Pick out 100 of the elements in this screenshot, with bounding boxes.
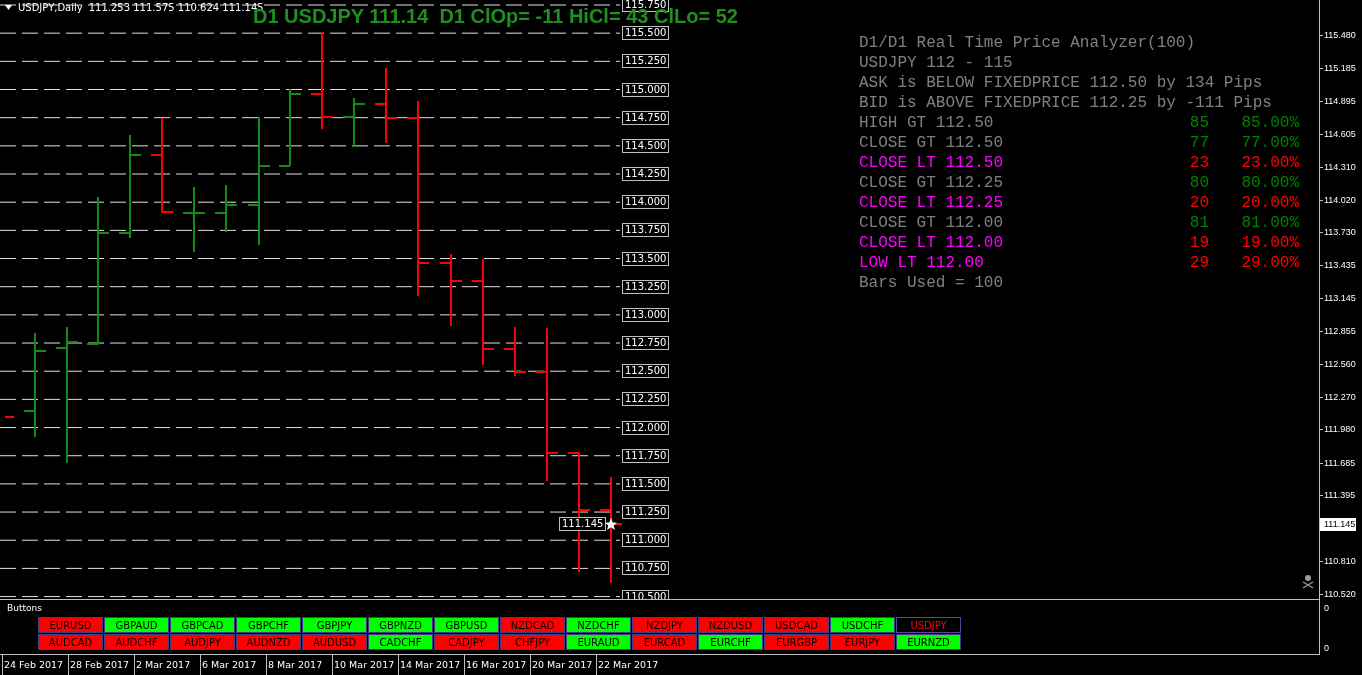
symbol-button[interactable]: GBPJPY xyxy=(302,617,367,633)
price-level-label: 114.250 xyxy=(622,167,670,181)
price-axis-label: 114.020 xyxy=(1323,193,1356,206)
date-axis-label: 24 Feb 2017 xyxy=(2,655,68,675)
analyzer-percent: 29.00% xyxy=(1240,253,1299,273)
analyzer-percent: 20.00% xyxy=(1240,193,1299,213)
price-axis-label: 111.395 xyxy=(1323,489,1356,502)
analyzer-label: CLOSE GT 112.50 xyxy=(859,133,1005,153)
price-level-label: 111.750 xyxy=(622,448,670,463)
price-level-label: 115.250 xyxy=(622,54,670,69)
analyzer-count: 19 xyxy=(1189,233,1209,253)
star-icon xyxy=(605,518,617,530)
symbol-button[interactable]: AUDJPY xyxy=(170,634,235,650)
analyzer-label: HIGH GT 112.50 xyxy=(859,113,995,133)
price-level-label: 110.750 xyxy=(622,561,670,576)
price-axis-label: 114.605 xyxy=(1323,127,1356,140)
date-axis-label: 8 Mar 2017 xyxy=(266,655,332,675)
analyzer-percent: 80.00% xyxy=(1240,173,1299,193)
price-level-label: 111.000 xyxy=(622,533,670,548)
current-price-label: 111.145 xyxy=(559,517,607,531)
symbol-button[interactable]: EURCHF xyxy=(698,634,763,650)
price-level-label: 114.000 xyxy=(622,195,670,210)
analyzer-line: ASK is BELOW FIXEDPRICE 112.50 by 134 Pips xyxy=(859,73,1264,93)
symbol-button[interactable]: GBPUSD xyxy=(434,617,499,633)
symbol-button[interactable]: EURCAD xyxy=(632,634,697,650)
symbol-button[interactable]: USDJPY xyxy=(896,617,961,633)
panel-axis-label: 0 xyxy=(1323,602,1329,614)
analyzer-percent: 77.00% xyxy=(1240,133,1299,153)
price-level-label: 113.500 xyxy=(622,251,670,266)
symbol-button[interactable]: GBPAUD xyxy=(104,617,169,633)
symbol-button[interactable]: USDCHF xyxy=(830,617,895,633)
price-level-label: 115.500 xyxy=(622,26,670,41)
date-axis-label: 14 Mar 2017 xyxy=(398,655,464,675)
price-level-label: 112.500 xyxy=(622,364,670,379)
symbol-button[interactable]: GBPNZD xyxy=(368,617,433,633)
symbol-button[interactable]: EURUSD xyxy=(38,617,103,633)
date-axis-label: 16 Mar 2017 xyxy=(464,655,530,675)
analyzer-line: USDJPY 112 - 115 xyxy=(859,53,1014,73)
analyzer-label: CLOSE LT 112.50 xyxy=(859,153,1005,173)
analyzer-percent: 81.00% xyxy=(1240,213,1299,233)
analyzer-line: Bars Used = 100 xyxy=(859,273,1005,293)
date-axis-label: 6 Mar 2017 xyxy=(200,655,266,675)
panel-title: Buttons xyxy=(7,603,43,613)
date-axis-label: 20 Mar 2017 xyxy=(530,655,596,675)
analyzer-percent: 19.00% xyxy=(1240,233,1299,253)
analyzer-percent: 23.00% xyxy=(1240,153,1299,173)
panel-axis-label: 0 xyxy=(1323,642,1329,654)
price-axis-label: 110.520 xyxy=(1323,588,1356,600)
symbol-button[interactable]: NZDCAD xyxy=(500,617,565,633)
symbol-button[interactable]: GBPCAD xyxy=(170,617,235,633)
analyzer-count: 29 xyxy=(1189,253,1209,273)
symbol-button[interactable]: GBPCHF xyxy=(236,617,301,633)
price-level-label: 112.250 xyxy=(622,392,670,407)
symbol-button[interactable]: EURGBP xyxy=(764,634,829,650)
analyzer-count: 81 xyxy=(1189,213,1209,233)
analyzer-count: 23 xyxy=(1189,153,1209,173)
price-axis-label: 112.270 xyxy=(1323,390,1356,403)
date-axis-label: 28 Feb 2017 xyxy=(68,655,134,675)
symbol-button[interactable]: NZDUSD xyxy=(698,617,763,633)
price-axis-label: 114.310 xyxy=(1323,160,1356,173)
price-axis-label: 115.480 xyxy=(1323,29,1356,41)
symbol-button[interactable]: AUDUSD xyxy=(302,634,367,650)
skull-icon xyxy=(1302,575,1314,589)
symbol-button[interactable]: AUDCAD xyxy=(38,634,103,650)
price-axis-label: 112.855 xyxy=(1323,324,1356,337)
analyzer-label: CLOSE GT 112.25 xyxy=(859,173,1005,193)
price-level-label: 114.500 xyxy=(622,138,670,153)
symbol-button[interactable]: CADCHF xyxy=(368,634,433,650)
analyzer-line: D1/D1 Real Time Price Analyzer(100) xyxy=(859,33,1197,53)
symbol-button[interactable]: NZDCHF xyxy=(566,617,631,633)
symbol-button[interactable]: AUDCHF xyxy=(104,634,169,650)
analyzer-count: 85 xyxy=(1189,113,1209,133)
price-axis-label: 111.980 xyxy=(1323,423,1356,436)
price-level-label: 111.250 xyxy=(622,505,670,520)
symbol-button[interactable]: EURNZD xyxy=(896,634,961,650)
symbol-button[interactable]: AUDNZD xyxy=(236,634,301,650)
price-level-label: 113.750 xyxy=(622,223,670,238)
dropdown-icon[interactable] xyxy=(5,5,12,10)
date-axis-label: 10 Mar 2017 xyxy=(332,655,398,675)
analyzer-label: LOW LT 112.00 xyxy=(859,253,985,273)
price-axis-label: 111.685 xyxy=(1323,456,1356,469)
price-axis-label: 112.560 xyxy=(1323,358,1356,371)
symbol-button[interactable]: USDCAD xyxy=(764,617,829,633)
date-axis-label: 22 Mar 2017 xyxy=(596,655,662,675)
price-level-label: 110.500 xyxy=(622,589,670,599)
analyzer-line: BID is ABOVE FIXEDPRICE 112.25 by -111 Pips xyxy=(859,93,1273,113)
price-level-label: 113.000 xyxy=(622,307,670,322)
date-axis-label: 2 Mar 2017 xyxy=(134,655,200,675)
price-level-label: 114.750 xyxy=(622,110,670,125)
symbol-button[interactable]: NZDJPY xyxy=(632,617,697,633)
symbol-button[interactable]: EURJPY xyxy=(830,634,895,650)
symbol-button[interactable]: CHFJPY xyxy=(500,634,565,650)
symbol-button[interactable]: EURAUD xyxy=(566,634,631,650)
analyzer-label: CLOSE GT 112.00 xyxy=(859,213,1005,233)
price-axis-label: 113.145 xyxy=(1323,292,1356,305)
price-level-label: 112.750 xyxy=(622,336,670,351)
symbol-button[interactable]: CADJPY xyxy=(434,634,499,650)
analyzer-count: 80 xyxy=(1189,173,1209,193)
analyzer-count: 20 xyxy=(1189,193,1209,213)
current-price-axis-label: 111.145 xyxy=(1320,518,1357,531)
